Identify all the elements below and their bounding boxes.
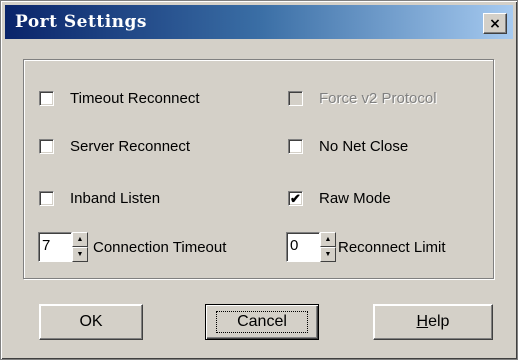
ok-button-label: OK (79, 313, 103, 330)
reconnect-limit-input[interactable]: 0 (286, 232, 320, 262)
inband-listen-option[interactable]: Inband Listen (39, 188, 160, 208)
raw-mode-checkbox[interactable]: ✔ (288, 190, 303, 206)
no-net-close-option[interactable]: No Net Close (288, 136, 408, 156)
cancel-button[interactable]: Cancel (205, 304, 319, 340)
no-net-close-label: No Net Close (319, 137, 409, 155)
force-v2-protocol-checkbox (288, 90, 303, 106)
ok-button[interactable]: OK (39, 304, 143, 340)
connection-timeout-field: 7 ▲ ▼ Connection Timeout (38, 230, 226, 264)
reconnect-limit-label: Reconnect Limit (338, 238, 446, 256)
help-mnemonic: H (416, 313, 429, 330)
dialog-title: Port Settings (15, 12, 147, 32)
help-button-label: Help (417, 313, 450, 331)
port-settings-dialog: Port Settings × Timeout Reconnect Server… (0, 0, 518, 360)
close-button[interactable]: × (483, 13, 507, 34)
connection-timeout-input[interactable]: 7 (38, 232, 72, 262)
inband-listen-label: Inband Listen (70, 189, 161, 207)
reconnect-limit-field: 0 ▲ ▼ Reconnect Limit (286, 230, 446, 264)
timeout-reconnect-checkbox[interactable] (39, 90, 54, 106)
connection-timeout-label: Connection Timeout (93, 238, 227, 256)
cancel-button-label: Cancel (216, 311, 308, 333)
server-reconnect-label: Server Reconnect (70, 137, 191, 155)
help-label-rest: elp (428, 313, 450, 330)
spin-up-icon[interactable]: ▲ (320, 232, 336, 247)
timeout-reconnect-label: Timeout Reconnect (70, 89, 200, 107)
force-v2-protocol-label: Force v2 Protocol (319, 89, 437, 107)
server-reconnect-option[interactable]: Server Reconnect (39, 136, 190, 156)
help-button[interactable]: Help (373, 304, 493, 340)
raw-mode-option[interactable]: ✔ Raw Mode (288, 188, 391, 208)
checkmark-icon: ✔ (290, 190, 301, 206)
server-reconnect-checkbox[interactable] (39, 138, 54, 154)
spin-down-icon[interactable]: ▼ (72, 247, 88, 262)
spin-down-icon[interactable]: ▼ (320, 247, 336, 262)
inband-listen-checkbox[interactable] (39, 190, 54, 206)
raw-mode-label: Raw Mode (319, 189, 391, 207)
force-v2-protocol-option: Force v2 Protocol (288, 88, 437, 108)
close-icon: × (489, 15, 501, 32)
timeout-reconnect-option[interactable]: Timeout Reconnect (39, 88, 200, 108)
title-bar[interactable]: Port Settings × (5, 5, 513, 39)
spin-up-icon[interactable]: ▲ (72, 232, 88, 247)
no-net-close-checkbox[interactable] (288, 138, 303, 154)
reconnect-limit-spinner[interactable]: ▲ ▼ (320, 232, 336, 262)
connection-timeout-spinner[interactable]: ▲ ▼ (72, 232, 88, 262)
